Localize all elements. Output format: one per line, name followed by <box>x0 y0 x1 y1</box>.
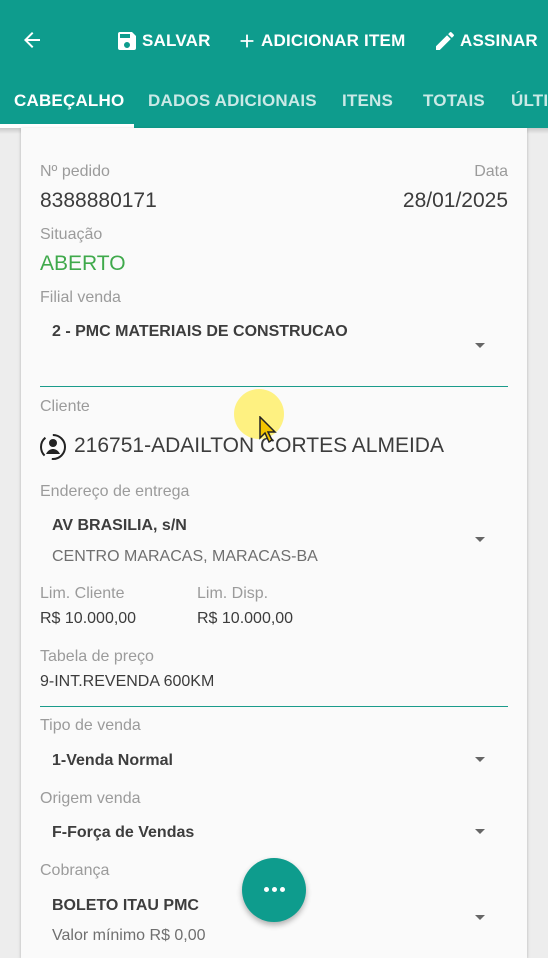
order-date: 28/01/2025 <box>402 189 508 212</box>
plus-icon <box>240 34 254 48</box>
date-label: Data <box>474 163 508 180</box>
address-dropdown-icon[interactable] <box>475 537 485 542</box>
sale-origin-select[interactable]: F-Força de Vendas <box>52 824 194 842</box>
billing-minimum: Valor mínimo R$ 0,00 <box>52 927 206 944</box>
sale-type-label: Tipo de venda <box>40 717 141 734</box>
billing-label: Cobrança <box>40 862 110 879</box>
sale-origin-label: Origem venda <box>40 790 141 807</box>
client-limit-value: R$ 10.000,00 <box>40 610 137 627</box>
tab-items[interactable]: ITENS <box>342 82 393 128</box>
more-dot-icon <box>280 887 285 892</box>
client-sync-icon[interactable] <box>38 432 68 462</box>
price-table-value: 9-INT.REVENDA 600KM <box>40 673 215 690</box>
status-label: Situação <box>40 226 103 243</box>
more-dot-icon <box>272 887 277 892</box>
tab-bar: CABEÇALHO DADOS ADICIONAIS ITENS TOTAIS … <box>0 82 548 128</box>
order-number: 8388880171 <box>40 189 157 212</box>
delivery-address-label: Endereço de entrega <box>40 483 190 500</box>
client-label: Cliente <box>40 398 90 415</box>
sale-origin-dropdown-icon[interactable] <box>475 829 485 834</box>
order-number-label: Nº pedido <box>40 163 110 180</box>
branch-divider <box>40 386 508 387</box>
add-item-label: ADICIONAR ITEM <box>261 31 406 50</box>
available-limit-value: R$ 10.000,00 <box>197 610 294 627</box>
add-item-button[interactable]: ADICIONAR ITEM <box>236 28 405 54</box>
app-bar: SALVAR ADICIONAR ITEM ASSINAR <box>0 0 548 82</box>
status-value: ABERTO <box>40 252 126 275</box>
branch-dropdown-icon[interactable] <box>475 343 485 348</box>
delivery-address-line2: CENTRO MARACAS, MARACAS-BA <box>52 548 318 565</box>
sign-button[interactable]: ASSINAR <box>433 28 538 54</box>
delivery-address-line1[interactable]: AV BRASILIA, s/N <box>52 517 187 535</box>
tab-additional-data[interactable]: DADOS ADICIONAIS <box>148 82 317 128</box>
branch-select[interactable]: 2 - PMC MATERIAIS DE CONSTRUCAO <box>52 323 348 341</box>
pencil-icon <box>436 31 454 50</box>
tab-totals[interactable]: TOTAIS <box>423 82 485 128</box>
client-divider <box>40 706 508 707</box>
sale-type-select[interactable]: 1-Venda Normal <box>52 752 173 770</box>
more-actions-fab[interactable] <box>242 858 306 922</box>
sale-type-dropdown-icon[interactable] <box>475 757 485 762</box>
mouse-pointer-icon <box>259 416 277 444</box>
tab-last[interactable]: ÚLTI <box>511 82 548 128</box>
price-table-label: Tabela de preço <box>40 648 154 665</box>
branch-label: Filial venda <box>40 289 121 306</box>
client-limit-label: Lim. Cliente <box>40 585 125 602</box>
billing-dropdown-icon[interactable] <box>475 915 485 920</box>
billing-select[interactable]: BOLETO ITAU PMC <box>52 897 199 915</box>
save-button[interactable]: SALVAR <box>115 28 211 54</box>
tab-header[interactable]: CABEÇALHO <box>14 82 124 128</box>
more-dot-icon <box>264 887 269 892</box>
available-limit-label: Lim. Disp. <box>197 585 269 602</box>
save-icon <box>118 32 136 50</box>
save-label: SALVAR <box>142 31 211 50</box>
sign-label: ASSINAR <box>460 31 538 50</box>
back-arrow-icon[interactable] <box>20 28 44 52</box>
